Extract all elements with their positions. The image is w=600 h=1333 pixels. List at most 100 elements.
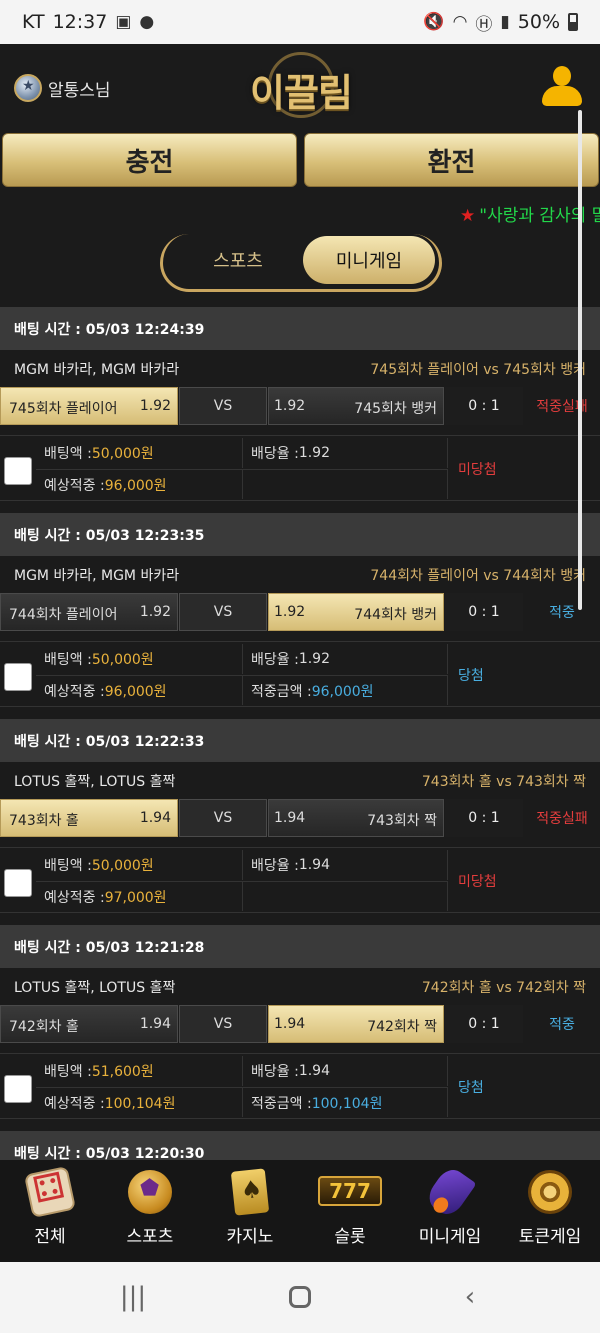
bet-history-list: 배팅 시간 : 05/03 12:24:39 MGM 바카라, MGM 바카라 … [0,307,600,1160]
status-bar: KT 12:37 ▣ ● 🔇 ◠ Ⓗ ▮ 50% [0,0,600,44]
pick-left-odds: 1.94 [139,1016,171,1032]
pick-left-odds: 1.94 [139,810,171,826]
pick-right-odds: 1.92 [274,604,306,620]
bet-item: 배팅 시간 : 05/03 12:24:39 MGM 바카라, MGM 바카라 … [0,307,600,513]
pick-right-name: 745회차 뱅커 [354,401,437,417]
nav-token-game[interactable]: 토큰게임 [500,1160,600,1262]
bet-item: 배팅 시간 : 05/03 12:21:28 LOTUS 홀짝, LOTUS 홀… [0,925,600,1131]
bet-detail: 배팅액 : 51,600원 배당율 : 1.94 예상적중 : 100,104원… [0,1053,600,1119]
bet-game: MGM 바카라, MGM 바카라 [14,568,180,584]
nav-label: 슬롯 [334,1227,366,1247]
bet-game: LOTUS 홀짝, LOTUS 홀짝 [14,980,176,996]
bet-status: 당첨 [458,668,484,684]
rank-medal-icon [14,74,42,102]
bet-odds: 배당율 : 1.92 [243,438,448,468]
bet-odds: 배당율 : 1.94 [243,850,448,880]
bet-round: 744회차 플레이어 vs 744회차 뱅커 [370,568,586,584]
nav-label: 전체 [34,1227,66,1247]
signal-icon: ▮ [500,12,510,32]
pick-right[interactable]: 1.92 745회차 뱅커 [268,387,444,425]
select-checkbox[interactable] [4,457,32,485]
star-icon: ★ [460,206,476,226]
pick-left[interactable]: 744회차 플레이어 1.92 [0,593,178,631]
nav-sports[interactable]: 스포츠 [100,1160,200,1262]
vs-label: VS [179,593,267,631]
bet-status: 미당첨 [458,874,497,890]
charge-button[interactable]: 충전 [2,133,297,187]
win-amount [243,469,448,499]
nav-slot[interactable]: 777 슬롯 [300,1160,400,1262]
select-checkbox[interactable] [4,1075,32,1103]
bet-odds: 배당율 : 1.94 [243,1056,448,1086]
pick-right-odds: 1.94 [274,1016,306,1032]
bet-time: 배팅 시간 : 05/03 12:21:28 [0,925,600,968]
exchange-button[interactable]: 환전 [304,133,599,187]
pick-left[interactable]: 742회차 홀 1.94 [0,1005,178,1043]
select-checkbox[interactable] [4,663,32,691]
pick-right-name: 742회차 짝 [367,1019,437,1035]
bet-item: 배팅 시간 : 05/03 12:23:35 MGM 바카라, MGM 바카라 … [0,513,600,719]
pick-right-name: 744회차 뱅커 [354,607,437,623]
score: 0 : 1 [445,799,523,837]
pick-left-odds: 1.92 [139,398,171,414]
mute-icon: 🔇 [423,12,445,32]
bet-round: 742회차 홀 vs 742회차 짝 [421,980,586,996]
cards-icon [230,1168,270,1216]
recent-apps-icon[interactable]: ||| [110,1282,156,1312]
carrier-label: KT [22,11,45,33]
tab-sports[interactable]: 스포츠 [173,236,303,284]
home-icon[interactable] [285,1282,315,1312]
bet-amount: 배팅액 : 50,000원 [36,644,243,674]
pick-left[interactable]: 745회차 플레이어 1.92 [0,387,178,425]
bet-amount: 배팅액 : 50,000원 [36,438,243,468]
nav-all[interactable]: 전체 [0,1160,100,1262]
hd-icon: Ⓗ [475,14,493,35]
tab-minigame[interactable]: 미니게임 [303,236,435,284]
bet-time: 배팅 시간 : 05/03 12:23:35 [0,513,600,556]
clock: 12:37 [52,11,108,33]
vs-label: VS [179,799,267,837]
scrollbar[interactable] [578,110,582,610]
bet-item: 배팅 시간 : 05/03 12:20:30 [0,1131,600,1160]
pick-left-name: 743회차 홀 [9,813,79,829]
back-icon[interactable]: ‹ [450,1282,490,1312]
pick-right[interactable]: 1.92 744회차 뱅커 [268,593,444,631]
pick-left-name: 742회차 홀 [9,1019,79,1035]
expected-win: 예상적중 : 96,000원 [36,469,243,499]
nav-label: 미니게임 [418,1227,482,1247]
nav-minigame[interactable]: 미니게임 [400,1160,500,1262]
pick-left-name: 744회차 플레이어 [9,607,118,623]
bet-detail: 배팅액 : 50,000원 배당율 : 1.94 예상적중 : 97,000원 … [0,847,600,913]
app-page: KT 12:37 ▣ ● 🔇 ◠ Ⓗ ▮ 50% 알통스님 이끌림 충전 환전 [0,0,600,1333]
bet-round: 745회차 플레이어 vs 745회차 뱅커 [370,362,586,378]
select-checkbox[interactable] [4,869,32,897]
bet-odds: 배당율 : 1.92 [243,644,448,674]
bet-item: 배팅 시간 : 05/03 12:22:33 LOTUS 홀짝, LOTUS 홀… [0,719,600,925]
pick-right-odds: 1.94 [274,810,306,826]
nav-casino[interactable]: 카지노 [200,1160,300,1262]
result-text: 적중실패 [536,399,588,415]
site-logo[interactable]: 이끌림 [246,52,356,122]
pick-right[interactable]: 1.94 743회차 짝 [268,799,444,837]
score: 0 : 1 [445,1005,523,1043]
bet-detail: 배팅액 : 50,000원 배당율 : 1.92 예상적중 : 96,000원 … [0,641,600,707]
pick-right[interactable]: 1.94 742회차 짝 [268,1005,444,1043]
bet-status: 당첨 [458,1080,484,1096]
bottom-nav: 전체 스포츠 카지노 777 슬롯 미니게임 토큰게임 [0,1160,600,1262]
bet-time: 배팅 시간 : 05/03 12:22:33 [0,719,600,762]
result-text: 적중 [549,605,575,621]
profile-icon[interactable] [540,66,584,110]
pick-row: 743회차 홀 1.94 VS 1.94 743회차 짝 0 : 1 적중실패 [0,799,600,837]
pick-row: 742회차 홀 1.94 VS 1.94 742회차 짝 0 : 1 적중 [0,1005,600,1043]
gallery-icon: ▣ [115,12,132,32]
dice-icon [23,1165,77,1219]
bet-amount: 배팅액 : 51,600원 [36,1056,243,1086]
chat-icon: ● [139,12,155,32]
category-tabs: 스포츠 미니게임 [160,234,442,292]
win-amount: 적중금액 : 96,000원 [243,675,448,705]
battery-icon [568,13,578,31]
bet-time: 배팅 시간 : 05/03 12:20:30 [0,1131,600,1160]
user-badge[interactable]: 알통스님 [14,74,111,102]
expected-win: 예상적중 : 96,000원 [36,675,243,705]
pick-left[interactable]: 743회차 홀 1.94 [0,799,178,837]
